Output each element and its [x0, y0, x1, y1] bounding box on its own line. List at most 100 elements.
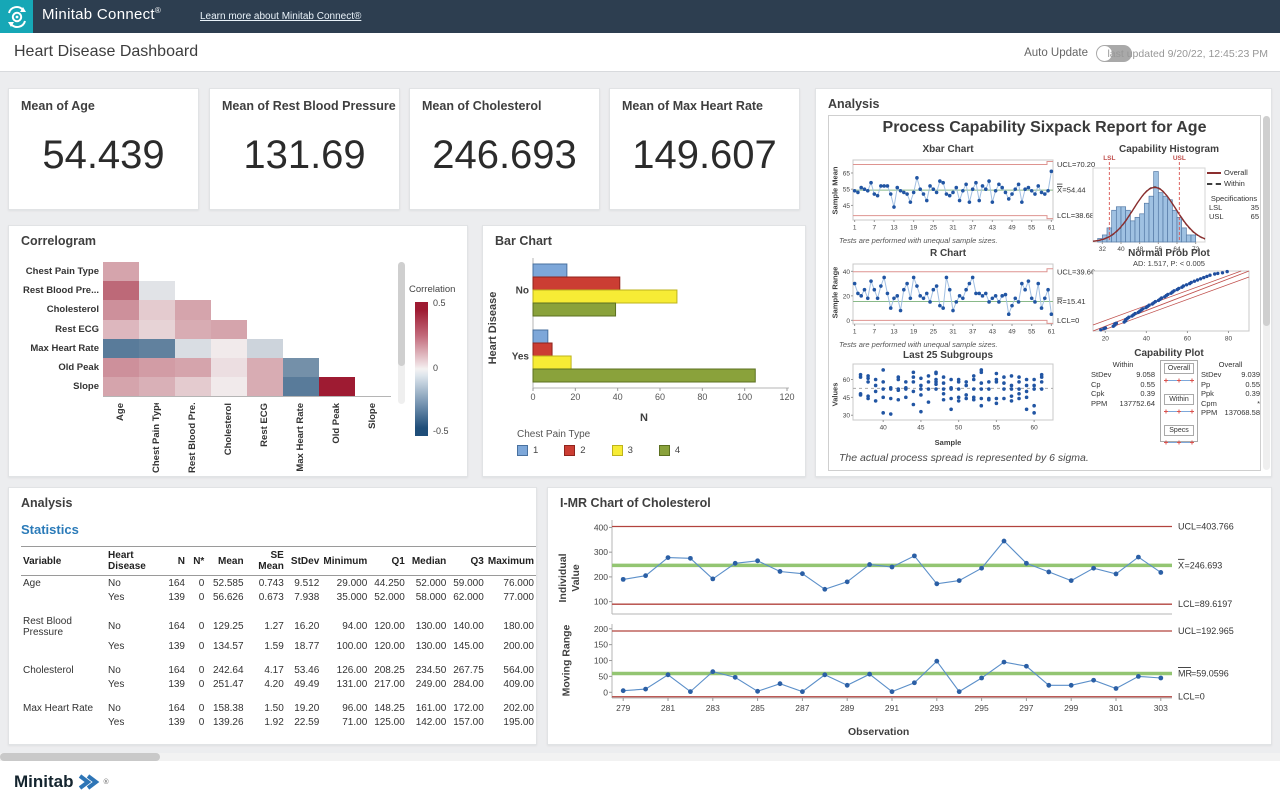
correlogram-cell[interactable]	[211, 377, 247, 396]
correlogram-cell[interactable]	[103, 339, 139, 358]
correlogram-col-label: Slope	[367, 403, 379, 473]
correlogram-col-label: Rest ECG	[259, 403, 271, 473]
imr-chart: 100200300400UCL=403.766X=246.693LCL=89.6…	[582, 514, 1270, 729]
svg-text:49: 49	[1008, 329, 1016, 336]
minitab-footer-logo[interactable]: Minitab ®	[14, 772, 109, 792]
xbar-note: Tests are performed with unequal sample …	[839, 236, 998, 245]
auto-update-label: Auto Update	[1024, 47, 1088, 59]
svg-text:279: 279	[616, 703, 630, 713]
sixpack-footnote: The actual process spread is represented…	[839, 452, 1089, 464]
svg-text:20: 20	[570, 392, 580, 402]
correlogram-cell[interactable]	[103, 281, 139, 300]
svg-text:1: 1	[853, 329, 857, 336]
cap-stat-row: Ppk0.39	[1201, 389, 1260, 399]
correlogram-row-label: Cholesterol	[47, 304, 99, 315]
legend-within: Within	[1224, 179, 1245, 188]
svg-text:0: 0	[603, 687, 608, 697]
horizontal-scrollbar[interactable]	[0, 753, 1280, 761]
cap-col-title: Overall	[1201, 360, 1260, 369]
analysis-sixpack-panel: Analysis Process Capability Sixpack Repo…	[815, 88, 1272, 477]
correlogram-col-label: Max Heart Rate	[295, 403, 307, 473]
svg-text:LSL: LSL	[1103, 155, 1115, 162]
correlogram-cell[interactable]	[175, 358, 211, 377]
top-bar: Minitab Connect® Learn more about Minita…	[0, 0, 1280, 33]
bar-chart-panel: Bar Chart Heart Disease NoYes02040608010…	[482, 225, 806, 477]
svg-text:60: 60	[843, 377, 851, 384]
correlogram-cell[interactable]	[247, 377, 283, 396]
svg-text:7: 7	[872, 329, 876, 336]
svg-text:301: 301	[1109, 703, 1123, 713]
svg-text:100: 100	[594, 597, 608, 607]
correlogram-cell[interactable]	[283, 377, 319, 396]
correlogram-cell[interactable]	[103, 300, 139, 319]
statistics-section-title[interactable]: Statistics	[21, 522, 79, 537]
correlogram-panel: Correlogram Chest Pain TypeRest Blood Pr…	[8, 225, 468, 477]
correlogram-cell[interactable]	[139, 358, 175, 377]
correlogram-cell[interactable]	[175, 300, 211, 319]
svg-text:X: X	[1178, 560, 1184, 570]
page-header: Heart Disease Dashboard Auto Update last…	[0, 33, 1280, 72]
correlogram-cell[interactable]	[211, 320, 247, 339]
correlogram-axis	[103, 396, 391, 397]
svg-text:45: 45	[917, 425, 925, 432]
correlogram-cell[interactable]	[247, 339, 283, 358]
correlogram-cell[interactable]	[283, 358, 319, 377]
svg-text:55: 55	[1028, 329, 1036, 336]
correlogram-cell[interactable]	[103, 262, 139, 281]
correlogram-cell[interactable]	[139, 300, 175, 319]
svg-text:13: 13	[890, 329, 898, 336]
svg-text:37: 37	[969, 225, 977, 232]
correlogram-row-label: Slope	[73, 381, 99, 392]
correlogram-cell[interactable]	[103, 320, 139, 339]
correlogram-cell[interactable]	[211, 358, 247, 377]
kpi-label: Mean of Cholesterol	[422, 99, 541, 113]
svg-text:40: 40	[1143, 336, 1151, 343]
svg-text:61: 61	[1048, 329, 1056, 336]
correlogram-scrollbar[interactable]	[398, 262, 405, 404]
correlogram-cell[interactable]	[247, 358, 283, 377]
svg-text:LCL=0: LCL=0	[1057, 316, 1079, 325]
correlogram-cell[interactable]	[175, 339, 211, 358]
correlogram-cell[interactable]	[175, 377, 211, 396]
svg-text:20: 20	[1102, 336, 1110, 343]
bar-legend-item: 3	[612, 445, 633, 456]
kpi-value: 149.607	[610, 133, 799, 178]
svg-text:0: 0	[530, 392, 535, 402]
table-header: Q1	[369, 547, 407, 576]
legend-tick: -0.5	[433, 426, 449, 436]
correlogram-cell[interactable]	[103, 377, 139, 396]
panel-title: I-MR Chart of Cholesterol	[560, 496, 711, 510]
correlogram-cell[interactable]	[175, 320, 211, 339]
kpi-label: Mean of Max Heart Rate	[622, 99, 763, 113]
table-header: Q3	[448, 547, 486, 576]
cap-box-overall: Overall	[1164, 363, 1194, 374]
table-row: AgeNo164052.5850.7439.51229.00044.25052.…	[21, 576, 536, 591]
cap-stat-row: StDev9.058	[1091, 370, 1155, 380]
legend-overall: Overall	[1224, 168, 1248, 177]
svg-text:80: 80	[697, 392, 707, 402]
correlogram-cell[interactable]	[139, 320, 175, 339]
correlogram-cell[interactable]	[139, 281, 175, 300]
correlogram-cell[interactable]	[211, 339, 247, 358]
svg-text:287: 287	[795, 703, 809, 713]
last25-xlabel: Sample	[853, 438, 1043, 447]
svg-text:31: 31	[949, 329, 957, 336]
overall-line-swatch	[1207, 172, 1221, 174]
svg-text:=15.41: =15.41	[1062, 297, 1085, 306]
correlogram-cell[interactable]	[103, 358, 139, 377]
learn-more-link[interactable]: Learn more about Minitab Connect®	[200, 11, 361, 22]
panel-scrollbar[interactable]	[1263, 116, 1270, 470]
statistics-panel: Analysis Statistics VariableHeart Diseas…	[8, 487, 537, 745]
correlogram-cell[interactable]	[139, 339, 175, 358]
bar-chart: NoYes020406080100120	[505, 254, 797, 409]
correlogram-cell[interactable]	[319, 377, 355, 396]
svg-text:UCL=192.965: UCL=192.965	[1178, 626, 1234, 636]
svg-text:150: 150	[594, 640, 608, 650]
correlogram-cell[interactable]	[139, 377, 175, 396]
capability-plot-title: Capability Plot	[1084, 348, 1254, 359]
histogram-legend: Overall Within Specifications LSL35 USL6…	[1207, 168, 1261, 221]
minitab-connect-logo-icon[interactable]	[0, 0, 33, 33]
legend-swatch	[612, 445, 623, 456]
kpi-label: Mean of Rest Blood Pressure	[222, 99, 396, 113]
normal-prob-plot-title: Normal Prob Plot	[1084, 248, 1254, 259]
